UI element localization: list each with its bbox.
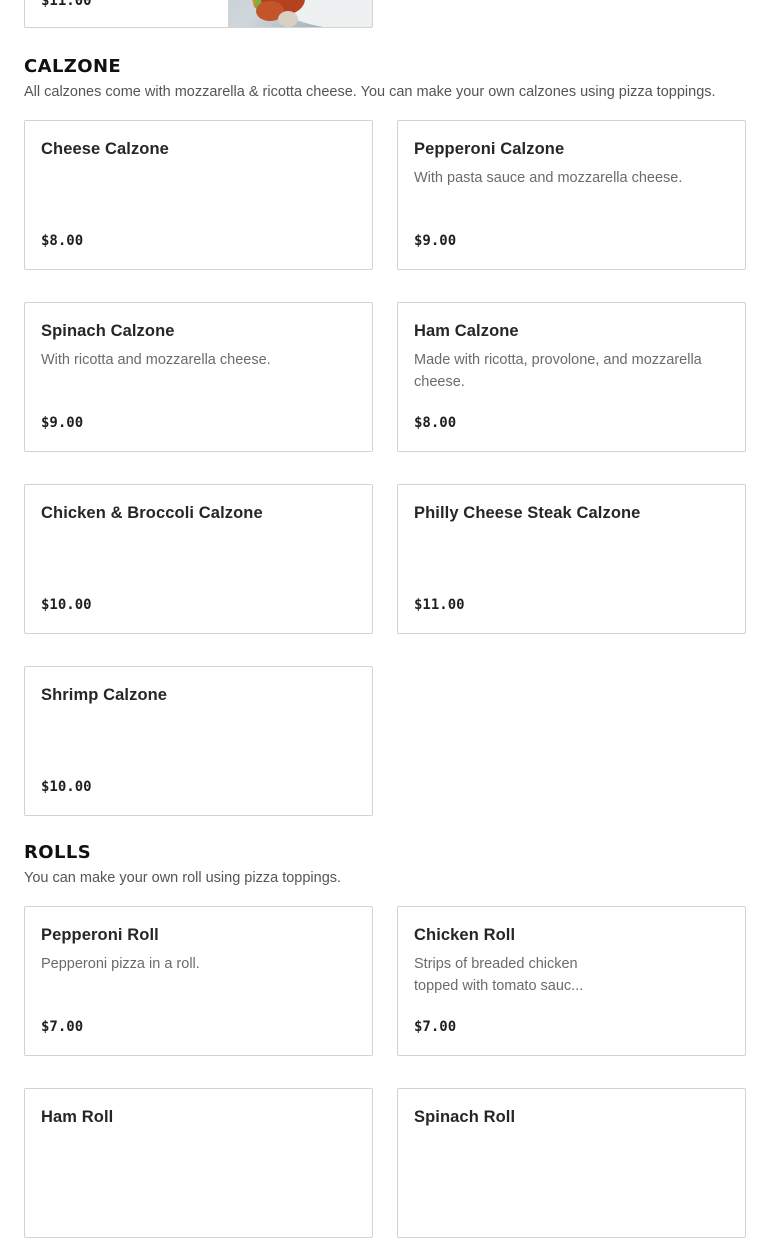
menu-item-card[interactable]: Ham Roll <box>24 1088 373 1238</box>
menu-item-card[interactable]: Cheese Calzone $8.00 <box>24 120 373 270</box>
item-name: Pepperoni Calzone <box>414 140 565 158</box>
menu-item-card[interactable]: Spinach Calzone With ricotta and mozzare… <box>24 302 373 452</box>
item-description: Strips of breaded chicken topped with to… <box>414 956 584 994</box>
item-price: $10.00 <box>41 779 92 795</box>
item-price: $8.00 <box>41 233 84 249</box>
item-price: $7.00 <box>414 1019 457 1035</box>
item-name: Chicken & Broccoli Calzone <box>41 504 263 522</box>
item-price: $9.00 <box>414 233 457 249</box>
menu-item-card[interactable]: Pepperoni Calzone With pasta sauce and m… <box>397 120 746 270</box>
item-name: Shrimp Calzone <box>41 686 168 704</box>
section-title-calzone: CALZONE <box>24 56 122 77</box>
menu-item-card[interactable]: Ham Calzone Made with ricotta, provolone… <box>397 302 746 452</box>
item-description: With pasta sauce and mozzarella cheese. <box>414 170 683 186</box>
item-price: $9.00 <box>41 415 84 431</box>
item-name: Cheese Calzone <box>41 140 169 158</box>
menu-item-card[interactable]: Spinach Roll <box>397 1088 746 1238</box>
menu-item-card[interactable]: Pepperoni Roll Pepperoni pizza in a roll… <box>24 906 373 1056</box>
item-price: $10.00 <box>41 597 92 613</box>
item-name: Chicken Roll <box>414 926 516 944</box>
item-description: Made with ricotta, provolone, and mozzar… <box>414 352 702 390</box>
item-price: $11.00 <box>414 597 465 613</box>
menu-item-card[interactable]: Philly Cheese Steak Calzone $11.00 <box>397 484 746 634</box>
section-description-calzone: All calzones come with mozzarella & rico… <box>24 84 716 100</box>
menu-item-card[interactable]: Chicken & Broccoli Calzone $10.00 <box>24 484 373 634</box>
item-name: Ham Calzone <box>414 322 519 340</box>
menu-item-card[interactable]: Chicken Roll Strips of breaded chicken t… <box>397 906 746 1056</box>
item-description: With ricotta and mozzarella cheese. <box>41 352 271 368</box>
section-title-rolls: ROLLS <box>24 842 92 863</box>
item-description: Pepperoni pizza in a roll. <box>41 956 200 972</box>
item-name: Spinach Calzone <box>41 322 175 340</box>
item-name: Ham Roll <box>41 1108 114 1126</box>
section-description-rolls: You can make your own roll using pizza t… <box>24 870 342 886</box>
food-image <box>228 0 372 27</box>
menu-item-card[interactable]: Shrimp Calzone $10.00 <box>24 666 373 816</box>
item-name: Philly Cheese Steak Calzone <box>414 504 641 522</box>
item-name: Spinach Roll <box>414 1108 516 1126</box>
item-price: $11.00 <box>41 0 92 9</box>
item-name: Pepperoni Roll <box>41 926 159 944</box>
item-price: $8.00 <box>414 415 457 431</box>
item-price: $7.00 <box>41 1019 84 1035</box>
menu-item-card[interactable]: $11.00 <box>24 0 373 28</box>
